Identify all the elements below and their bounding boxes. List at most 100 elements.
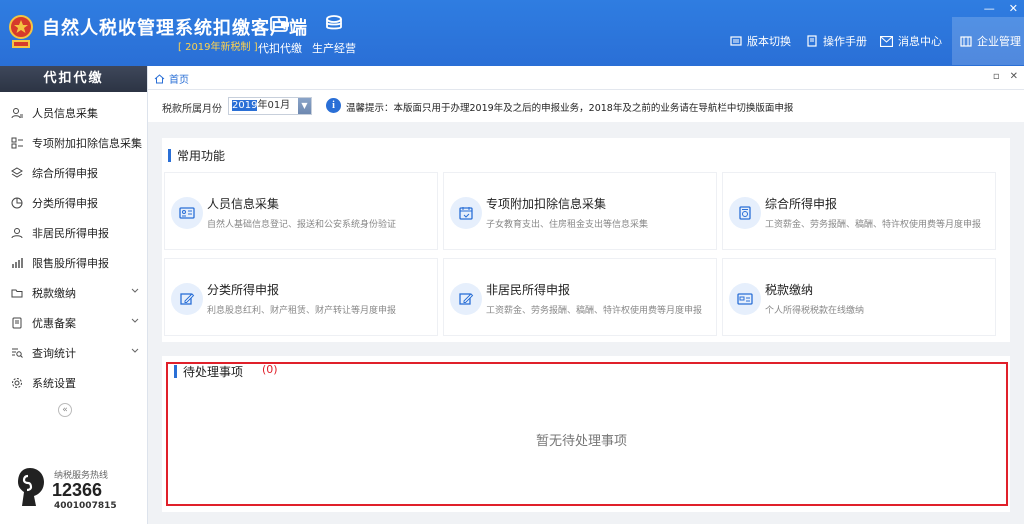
topnav-label: 生产经营 (312, 42, 356, 55)
sidebar-item-label: 优惠备案 (32, 317, 76, 330)
wallet-icon (270, 16, 289, 32)
sidebar-item-label: 查询统计 (32, 347, 76, 360)
app-header: 自然人税收管理系统扣缴客户端 [ 2019年新税制 ] 代扣代缴 生产经营 版本… (0, 0, 1024, 66)
sidebar-item-label: 人员信息采集 (32, 107, 98, 120)
message-center-label: 消息中心 (898, 35, 942, 48)
sidebar-collapse-button[interactable]: « (58, 403, 72, 417)
home-icon (154, 73, 165, 83)
card-special-deduction[interactable]: 专项附加扣除信息采集 子女教育支出、住房租金支出等信息采集 (443, 172, 717, 250)
card-desc: 子女教育支出、住房租金支出等信息采集 (486, 220, 649, 230)
tax-period-label: 税款所属月份 (162, 104, 222, 115)
sidebar-item-restricted-stock[interactable]: 限售股所得申报 (0, 248, 147, 278)
tax-period-year: 2019 (232, 100, 258, 111)
pending-empty-message: 暂无待处理事项 (536, 434, 628, 449)
sidebar-item-label: 综合所得申报 (32, 167, 98, 180)
hotline-number-secondary: 4001007815 (54, 501, 117, 511)
section-accent-bar (168, 149, 171, 162)
enterprise-management-button[interactable]: 企业管理 (952, 17, 1024, 65)
app-version: [ 2019年新税制 ] (178, 42, 258, 53)
card-title: 非居民所得申报 (486, 283, 571, 297)
sidebar-item-classified-income[interactable]: 分类所得申报 (0, 188, 147, 218)
calendar-icon (450, 197, 482, 229)
folder-icon (10, 286, 24, 300)
version-switch-button[interactable]: 版本切换 (730, 32, 791, 50)
topnav-withholding[interactable]: 代扣代缴 (252, 14, 308, 58)
sidebar-item-query-statistics[interactable]: 查询统计 (0, 338, 147, 368)
bar-chart-icon (10, 256, 24, 270)
card-title: 税款缴纳 (765, 283, 814, 297)
minimize-button[interactable]: — (984, 2, 995, 15)
edit-icon (171, 283, 203, 315)
card-personnel-info[interactable]: 人员信息采集 自然人基础信息登记、报送和公安系统身份验证 (164, 172, 438, 250)
tax-period-month: 年01月 (257, 100, 291, 111)
person-id-icon (10, 106, 24, 120)
search-list-icon (10, 346, 24, 360)
sidebar-item-label: 限售股所得申报 (32, 257, 109, 270)
tab-bar: 首页 ▫ ✕ (148, 66, 1024, 90)
card-nonresident-income[interactable]: 非居民所得申报 工资薪金、劳务报酬、稿酬、特许权使用费等月度申报 (443, 258, 717, 336)
pie-chart-icon (10, 196, 24, 210)
sidebar-item-nonresident-income[interactable]: 非居民所得申报 (0, 218, 147, 248)
pending-count: (0) (262, 363, 278, 376)
sidebar-item-preferential-filing[interactable]: 优惠备案 (0, 308, 147, 338)
payment-icon (729, 283, 761, 315)
tab-home-label: 首页 (169, 75, 189, 86)
card-comprehensive-income[interactable]: 综合所得申报 工资薪金、劳务报酬、稿酬、特许权使用费等月度申报 (722, 172, 996, 250)
message-center-button[interactable]: 消息中心 (880, 32, 942, 50)
report-icon (729, 197, 761, 229)
close-button[interactable]: ✕ (1009, 2, 1018, 15)
edit-icon (450, 283, 482, 315)
card-tax-payment[interactable]: 税款缴纳 个人所得税税款在线缴纳 (722, 258, 996, 336)
chevron-down-icon (131, 138, 139, 143)
chevron-down-icon: ▼ (301, 101, 308, 110)
sidebar-item-comprehensive-income[interactable]: 综合所得申报 (0, 158, 147, 188)
user-icon (10, 226, 24, 240)
sidebar-item-tax-payment[interactable]: 税款缴纳 (0, 278, 147, 308)
sidebar: 代扣代缴 人员信息采集 专项附加扣除信息采集 综合所得申报 分类所得申报 非居民… (0, 66, 148, 524)
switch-icon (730, 36, 742, 46)
tax-period-dropdown-button[interactable]: ▼ (298, 98, 311, 114)
card-classified-income[interactable]: 分类所得申报 利息股息红利、财产租赁、财产转让等月度申报 (164, 258, 438, 336)
manual-label: 操作手册 (823, 35, 867, 48)
hotline-number: 12366 (52, 480, 103, 500)
coins-icon (326, 15, 342, 30)
window-controls: — ✕ (984, 2, 1018, 15)
card-title: 综合所得申报 (765, 197, 838, 211)
common-functions-title: 常用功能 (168, 147, 225, 164)
manual-icon (807, 35, 817, 47)
tax-service-logo-icon (18, 468, 44, 506)
common-functions-title-text: 常用功能 (177, 149, 226, 163)
grid-icon (10, 136, 24, 150)
sidebar-item-label: 税款缴纳 (32, 287, 76, 300)
sidebar-item-system-settings[interactable]: 系统设置 (0, 368, 147, 398)
chevron-down-icon (131, 348, 139, 353)
sidebar-item-label: 专项附加扣除信息采集 (32, 137, 142, 150)
tab-restore-button[interactable]: ▫ (993, 71, 1000, 82)
card-title: 专项附加扣除信息采集 (486, 197, 607, 211)
card-desc: 个人所得税税款在线缴纳 (765, 306, 865, 316)
manual-button[interactable]: 操作手册 (806, 32, 867, 50)
card-title: 人员信息采集 (207, 197, 280, 211)
section-accent-bar (174, 365, 177, 378)
chevron-down-icon (131, 288, 139, 293)
service-hotline: 纳税服务热线 12366 4001007815 (14, 466, 134, 514)
topnav-label: 代扣代缴 (258, 42, 302, 55)
tax-emblem-icon (9, 15, 33, 48)
tab-controls: ▫ ✕ (993, 71, 1018, 82)
mail-icon (880, 35, 893, 47)
notice-text: 温馨提示：本版面只用于办理2019年及之后的申报业务，2018年及之前的业务请在… (346, 103, 794, 114)
tab-close-button[interactable]: ✕ (1010, 71, 1018, 82)
sidebar-item-personnel[interactable]: 人员信息采集 (0, 98, 147, 128)
sidebar-item-special-deduction[interactable]: 专项附加扣除信息采集 (0, 128, 147, 158)
sidebar-item-label: 分类所得申报 (32, 197, 98, 210)
enterprise-management-label: 企业管理 (977, 35, 1021, 48)
topnav-business[interactable]: 生产经营 (306, 14, 362, 58)
document-icon (10, 316, 24, 330)
pending-items-title: 待处理事项 (174, 363, 243, 380)
version-switch-label: 版本切换 (747, 35, 791, 48)
tab-home[interactable]: 首页 (154, 71, 189, 86)
card-desc: 自然人基础信息登记、报送和公安系统身份验证 (207, 220, 397, 230)
sidebar-item-label: 系统设置 (32, 377, 76, 390)
sidebar-header: 代扣代缴 (0, 66, 147, 92)
card-desc: 利息股息红利、财产租赁、财产转让等月度申报 (207, 306, 397, 316)
